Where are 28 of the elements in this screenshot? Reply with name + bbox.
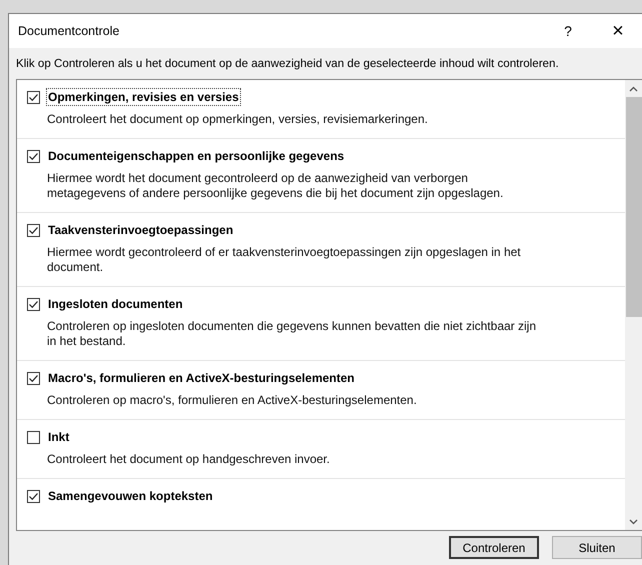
checkbox[interactable] bbox=[27, 430, 40, 444]
checkbox[interactable] bbox=[27, 490, 40, 502]
option-label[interactable]: Samengevouwen kopteksten bbox=[46, 487, 215, 505]
option-label[interactable]: Macro's, formulieren en ActiveX-besturingselementen bbox=[46, 369, 356, 387]
option-description: Controleert het document op handgeschreven invoer. bbox=[47, 452, 331, 467]
option-label[interactable]: Ingesloten documenten bbox=[46, 295, 185, 313]
option-description: Controleert het document op opmerkingen, versies, revisiemarkeringen. bbox=[47, 112, 429, 127]
close-button[interactable]: × bbox=[608, 20, 628, 42]
checkbox[interactable] bbox=[27, 150, 40, 162]
option-label[interactable]: Inkt bbox=[46, 428, 72, 446]
close-dialog-button[interactable]: Sluiten bbox=[552, 536, 642, 559]
option-description: Controleren op macro's, formulieren en ActiveX-besturingselementen. bbox=[47, 393, 418, 408]
checkbox[interactable] bbox=[27, 224, 40, 236]
window-title: Documentcontrole bbox=[18, 24, 120, 38]
option-label[interactable]: Documenteigenschappen en persoonlijke gegevens bbox=[46, 147, 346, 165]
option-description: Hiermee wordt gecontroleerd of er taakvensterinvoegtoepassingen zijn opgeslagen in het document. bbox=[47, 245, 522, 275]
scrollbar[interactable] bbox=[625, 80, 642, 530]
checkbox[interactable] bbox=[27, 90, 40, 104]
option-label[interactable]: Taakvensterinvoegtoepassingen bbox=[46, 221, 236, 239]
checkbox[interactable] bbox=[27, 372, 40, 384]
help-button[interactable]: ? bbox=[558, 23, 578, 39]
option-description: Hiermee wordt het document gecontroleerd op de aanwezigheid van verborgen metagegevens of andere persoonlijke gegevens die bij het document zijn opgeslagen. bbox=[47, 171, 504, 201]
option-label[interactable]: Opmerkingen, revisies en versies bbox=[46, 88, 241, 106]
checkbox[interactable] bbox=[27, 298, 40, 310]
check-button[interactable]: Controleren bbox=[449, 536, 539, 559]
scrollbar-thumb[interactable] bbox=[626, 97, 642, 317]
instruction-text: Klik op Controleren als u het document op de aanwezigheid van de geselecteerde inhoud wilt controleren. bbox=[15, 56, 560, 72]
option-description: Controleren op ingesloten documenten die gegevens kunnen bevatten die niet zichtbaar zijn in het bestand. bbox=[47, 319, 537, 349]
